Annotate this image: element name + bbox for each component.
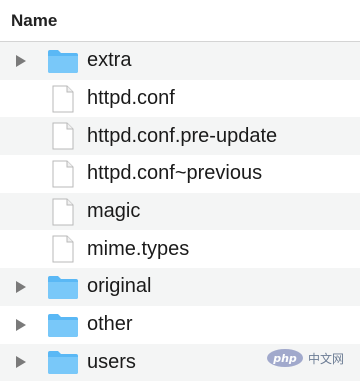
file-list: extra httpd.conf httpd.conf.pre-update	[0, 42, 360, 381]
document-icon	[47, 198, 79, 226]
watermark: php 中文网	[266, 346, 352, 370]
list-item[interactable]: magic	[0, 193, 360, 231]
list-item[interactable]: mime.types	[0, 230, 360, 268]
watermark-text: 中文网	[308, 350, 344, 367]
file-name: original	[87, 275, 151, 298]
php-logo-icon: php	[266, 348, 304, 368]
list-item[interactable]: httpd.conf	[0, 80, 360, 118]
document-icon	[47, 85, 79, 113]
folder-icon	[47, 348, 79, 376]
list-item[interactable]: original	[0, 268, 360, 306]
disclosure-triangle-icon[interactable]	[14, 355, 28, 369]
list-item[interactable]: extra	[0, 42, 360, 80]
list-item[interactable]: httpd.conf~previous	[0, 155, 360, 193]
disclosure-triangle-icon[interactable]	[14, 318, 28, 332]
file-name: httpd.conf	[87, 87, 175, 110]
disclosure-triangle-icon[interactable]	[14, 280, 28, 294]
file-name: httpd.conf~previous	[87, 162, 262, 185]
list-item[interactable]: httpd.conf.pre-update	[0, 117, 360, 155]
svg-text:php: php	[272, 352, 297, 365]
disclosure-triangle-icon[interactable]	[14, 54, 28, 68]
file-name: mime.types	[87, 238, 189, 261]
file-name: users	[87, 351, 136, 374]
folder-icon	[47, 273, 79, 301]
file-name: other	[87, 313, 133, 336]
column-header[interactable]: Name	[0, 0, 360, 42]
name-column-header[interactable]: Name	[11, 11, 57, 31]
document-icon	[47, 122, 79, 150]
file-name: extra	[87, 49, 131, 72]
file-name: magic	[87, 200, 140, 223]
file-name: httpd.conf.pre-update	[87, 125, 277, 148]
list-item[interactable]: other	[0, 306, 360, 344]
document-icon	[47, 235, 79, 263]
folder-icon	[47, 311, 79, 339]
document-icon	[47, 160, 79, 188]
folder-icon	[47, 47, 79, 75]
